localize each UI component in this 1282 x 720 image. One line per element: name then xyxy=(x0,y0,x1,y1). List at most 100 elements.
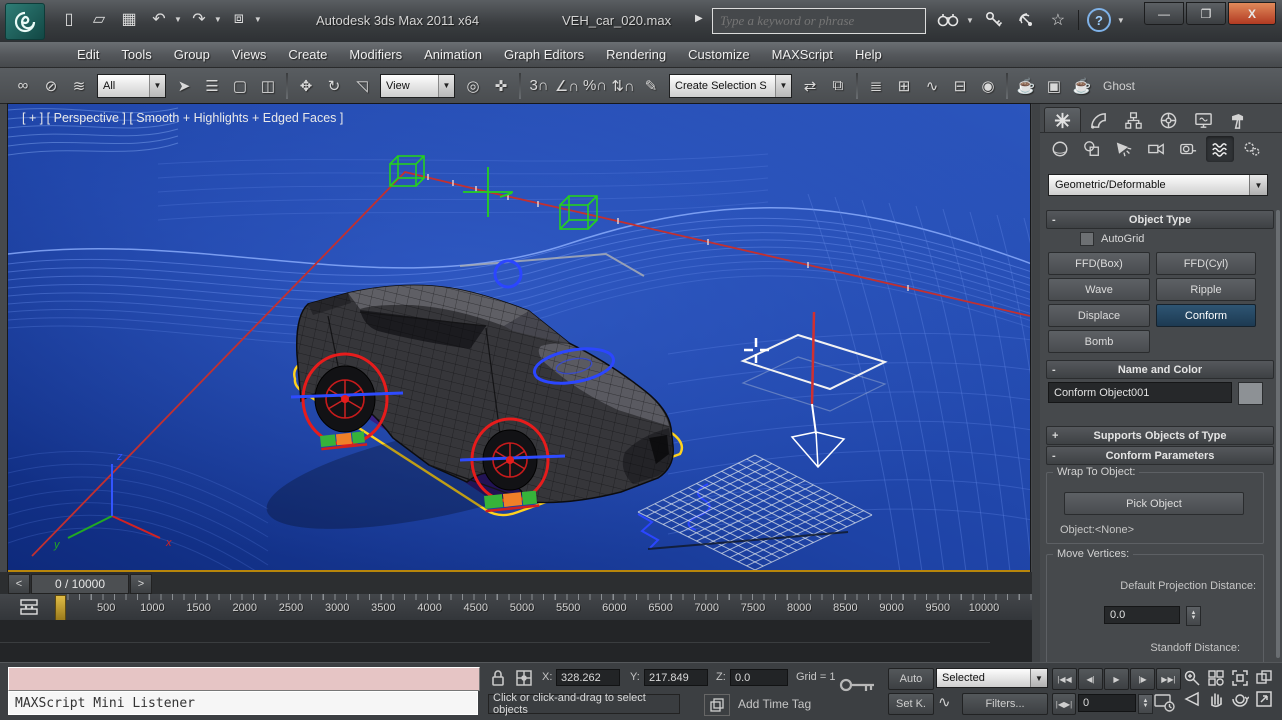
helpers-icon[interactable] xyxy=(1174,136,1202,162)
select-by-name-icon[interactable]: ☰ xyxy=(199,72,225,100)
menu-group[interactable]: Group xyxy=(163,44,221,65)
use-pivot-center-icon[interactable]: ◎ xyxy=(460,72,486,100)
key-mode-toggle[interactable]: |◀▶| xyxy=(1052,693,1076,715)
x-coordinate-field[interactable]: 328.262 xyxy=(556,669,620,686)
category-dropdown[interactable]: Geometric/Deformable ▼ xyxy=(1048,174,1268,196)
tab-modify[interactable] xyxy=(1081,108,1116,132)
select-and-manipulate-icon[interactable]: ✜ xyxy=(488,72,514,100)
angle-snap-icon[interactable]: ∠∩ xyxy=(554,72,580,100)
set-keys-button[interactable] xyxy=(838,673,878,703)
render-setup-icon[interactable]: ☕ xyxy=(1013,72,1039,100)
application-menu-button[interactable] xyxy=(5,3,45,40)
search-options-arrow[interactable]: ▼ xyxy=(966,16,974,25)
geometry-icon[interactable] xyxy=(1046,136,1074,162)
project-toolbar-button[interactable]: ⧈ xyxy=(226,6,252,32)
curve-editor-icon[interactable]: ∿ xyxy=(919,72,945,100)
search-button[interactable] xyxy=(936,8,960,32)
undo-button[interactable]: ↶ xyxy=(146,6,172,32)
menu-help[interactable]: Help xyxy=(844,44,893,65)
previous-frame-spinner[interactable]: < xyxy=(8,574,30,594)
select-and-link-icon[interactable]: ∞ xyxy=(10,72,36,100)
key-filter-dropdown[interactable]: Selected ▼ xyxy=(936,668,1048,688)
viewport-canvas[interactable]: x y z [ + ] [ Perspective ] [ Smooth + H… xyxy=(8,104,1030,570)
zoom-icon[interactable] xyxy=(1180,667,1204,688)
rendered-frame-window-icon[interactable]: ▣ xyxy=(1041,72,1067,100)
object-type-displace[interactable]: Displace xyxy=(1048,304,1150,327)
isolate-selection-toggle[interactable] xyxy=(704,694,730,716)
menu-animation[interactable]: Animation xyxy=(413,44,493,65)
qat-customize-arrow[interactable]: ▼ xyxy=(254,15,262,24)
systems-icon[interactable] xyxy=(1238,136,1266,162)
rectangular-selection-region-icon[interactable]: ▢ xyxy=(227,72,253,100)
next-frame-button[interactable]: |▶ xyxy=(1130,668,1155,690)
default-tangent-icon[interactable]: ∿ xyxy=(938,693,951,711)
menu-modifiers[interactable]: Modifiers xyxy=(338,44,413,65)
cameras-icon[interactable] xyxy=(1142,136,1170,162)
menu-views[interactable]: Views xyxy=(221,44,277,65)
perspective-viewport[interactable]: x y z [ + ] [ Perspective ] [ Smooth + H… xyxy=(8,104,1030,572)
edit-named-selection-sets-icon[interactable]: ✎ xyxy=(638,72,664,100)
menu-create[interactable]: Create xyxy=(277,44,338,65)
filters-button[interactable]: Filters... xyxy=(962,693,1048,715)
pan-hand-icon[interactable] xyxy=(1204,688,1228,709)
lights-icon[interactable] xyxy=(1110,136,1138,162)
object-type-wave[interactable]: Wave xyxy=(1048,278,1150,301)
mirror-icon[interactable]: ⇄ xyxy=(797,72,823,100)
go-to-start-button[interactable]: |◀◀ xyxy=(1052,668,1077,690)
menu-rendering[interactable]: Rendering xyxy=(595,44,677,65)
rollout-supports-objects[interactable]: + Supports Objects of Type xyxy=(1046,426,1274,445)
select-and-rotate-icon[interactable]: ↻ xyxy=(321,72,347,100)
save-file-button[interactable]: ▦ xyxy=(116,6,142,32)
zoom-all-icon[interactable] xyxy=(1204,667,1228,688)
viewport-label[interactable]: [ + ] [ Perspective ] [ Smooth + Highlig… xyxy=(22,111,343,125)
help-button[interactable]: ? xyxy=(1087,8,1111,32)
track-bar-ruler[interactable]: 0500100015002000250030003500400045005000… xyxy=(0,594,1036,621)
object-type-conform[interactable]: Conform xyxy=(1156,304,1256,327)
tab-hierarchy[interactable] xyxy=(1116,108,1151,132)
add-time-tag[interactable]: Add Time Tag xyxy=(738,697,811,711)
go-to-end-button[interactable]: ▶▶| xyxy=(1156,668,1181,690)
redo-button[interactable]: ↷ xyxy=(186,6,212,32)
rollout-object-type[interactable]: - Object Type xyxy=(1046,210,1274,229)
absolute-mode-toggle[interactable] xyxy=(514,668,534,688)
arc-rotate-icon[interactable] xyxy=(1228,688,1252,709)
track-bar[interactable] xyxy=(0,620,1040,663)
select-and-move-icon[interactable]: ✥ xyxy=(293,72,319,100)
z-coordinate-field[interactable]: 0.0 xyxy=(730,669,788,686)
window-crossing-icon[interactable]: ◫ xyxy=(255,72,281,100)
redo-dropdown-arrow[interactable]: ▼ xyxy=(214,15,222,24)
maxscript-macro-field[interactable] xyxy=(8,667,480,691)
menu-customize[interactable]: Customize xyxy=(677,44,760,65)
time-slider-handle[interactable] xyxy=(55,595,66,621)
fov-icon[interactable] xyxy=(1180,688,1204,709)
layer-manager-icon[interactable]: ≣ xyxy=(863,72,889,100)
communication-center-button[interactable] xyxy=(1014,8,1038,32)
selection-filter-dropdown[interactable]: All▼ xyxy=(97,74,166,98)
subscription-center-button[interactable] xyxy=(982,8,1006,32)
space-warps-icon[interactable] xyxy=(1206,136,1234,162)
percent-snap-icon[interactable]: %∩ xyxy=(582,72,608,100)
maximize-viewport-icon[interactable] xyxy=(1252,688,1276,709)
previous-frame-button[interactable]: ◀| xyxy=(1078,668,1103,690)
unlink-selection-icon[interactable]: ⊘ xyxy=(38,72,64,100)
shapes-icon[interactable] xyxy=(1078,136,1106,162)
tab-utilities[interactable] xyxy=(1221,108,1256,132)
reference-coordinate-dropdown[interactable]: View▼ xyxy=(380,74,455,98)
open-file-button[interactable]: ▱ xyxy=(86,6,112,32)
object-color-swatch[interactable] xyxy=(1238,382,1263,405)
current-frame-field[interactable]: 0 xyxy=(1078,694,1136,712)
time-configuration-button[interactable] xyxy=(1154,693,1176,713)
spinner-snap-icon[interactable]: ⇅∩ xyxy=(610,72,636,100)
favorites-button[interactable]: ☆ xyxy=(1046,8,1070,32)
search-input[interactable] xyxy=(713,13,925,29)
minimize-button[interactable]: — xyxy=(1144,2,1184,25)
set-key-button[interactable]: Set K. xyxy=(888,693,934,715)
tab-create[interactable] xyxy=(1044,107,1081,132)
object-type-ffd-box-[interactable]: FFD(Box) xyxy=(1048,252,1150,275)
menu-graph-editors[interactable]: Graph Editors xyxy=(493,44,595,65)
panel-scrollbar[interactable] xyxy=(1276,210,1280,658)
projection-spinner[interactable]: ▲▼ xyxy=(1186,606,1201,626)
menu-edit[interactable]: Edit xyxy=(66,44,110,65)
menu-tools[interactable]: Tools xyxy=(110,44,162,65)
select-object-icon[interactable]: ➤ xyxy=(171,72,197,100)
